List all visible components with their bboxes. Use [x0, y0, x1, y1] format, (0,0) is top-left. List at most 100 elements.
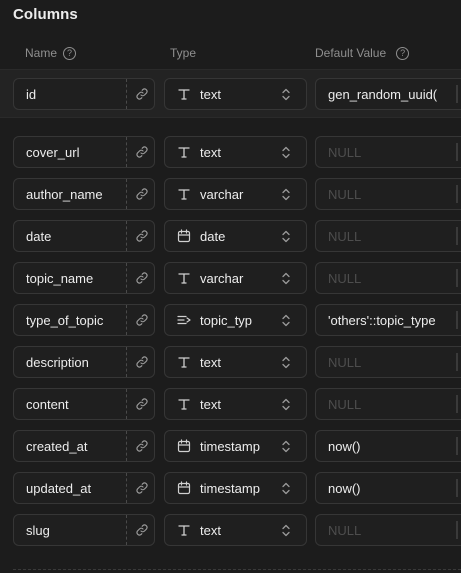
- column-name-value: type_of_topic: [26, 313, 104, 328]
- column-name-field[interactable]: content: [13, 388, 155, 420]
- enum-list-icon: [177, 313, 191, 327]
- column-name-field[interactable]: description: [13, 346, 155, 378]
- default-value-field[interactable]: NULL: [315, 346, 461, 378]
- default-value-field[interactable]: NULL: [315, 388, 461, 420]
- default-value-field[interactable]: NULL: [315, 514, 461, 546]
- text-type-icon: [177, 271, 191, 285]
- chevron-up-down-icon: [280, 87, 292, 102]
- column-name-value: created_at: [26, 439, 88, 454]
- default-value-text: NULL: [328, 271, 362, 286]
- default-value-field[interactable]: now(): [315, 430, 461, 462]
- link-icon[interactable]: [135, 145, 149, 159]
- column-type-select[interactable]: text: [164, 136, 307, 168]
- columns-title: Columns: [13, 6, 78, 23]
- link-icon[interactable]: [135, 313, 149, 327]
- column-name-value: author_name: [26, 187, 103, 202]
- default-value-text: NULL: [328, 187, 362, 202]
- column-row: content text NULL: [0, 388, 461, 420]
- column-type-value: varchar: [200, 187, 244, 202]
- column-row: created_at timestamp now(): [0, 430, 461, 462]
- chevron-up-down-icon: [280, 229, 292, 244]
- column-name-field[interactable]: date: [13, 220, 155, 252]
- default-value-text: NULL: [328, 229, 362, 244]
- chevron-up-down-icon: [280, 355, 292, 370]
- default-value-text: NULL: [328, 145, 362, 160]
- column-name-value: cover_url: [26, 145, 80, 160]
- default-value-field[interactable]: gen_random_uuid(: [315, 78, 461, 110]
- column-type-select[interactable]: date: [164, 220, 307, 252]
- column-type-select[interactable]: varchar: [164, 262, 307, 294]
- column-row: date date NULL: [0, 220, 461, 252]
- column-name-field[interactable]: updated_at: [13, 472, 155, 504]
- default-value-menu-edge: [456, 227, 458, 245]
- column-row: slug text NULL: [0, 514, 461, 546]
- default-value-text: NULL: [328, 355, 362, 370]
- column-name-value: id: [26, 87, 37, 102]
- calendar-icon: [177, 439, 191, 453]
- column-type-value: topic_typ: [200, 313, 253, 328]
- column-name-value: content: [26, 397, 69, 412]
- chevron-up-down-icon: [280, 145, 292, 160]
- column-name-value: date: [26, 229, 52, 244]
- column-row: author_name varchar NULL: [0, 178, 461, 210]
- default-help-icon[interactable]: ?: [396, 46, 410, 60]
- column-row: id text gen_random_uuid(: [0, 78, 461, 110]
- default-value-menu-edge: [456, 521, 458, 539]
- column-name-field[interactable]: topic_name: [13, 262, 155, 294]
- column-name-field[interactable]: cover_url: [13, 136, 155, 168]
- link-icon[interactable]: [135, 187, 149, 201]
- column-type-value: text: [200, 145, 221, 160]
- chevron-up-down-icon: [280, 397, 292, 412]
- default-value-field[interactable]: NULL: [315, 220, 461, 252]
- chevron-up-down-icon: [280, 523, 292, 538]
- default-value-field[interactable]: now(): [315, 472, 461, 504]
- column-name-value: description: [26, 355, 89, 370]
- link-icon[interactable]: [135, 439, 149, 453]
- column-type-select[interactable]: topic_typ: [164, 304, 307, 336]
- default-value-menu-edge: [456, 185, 458, 203]
- link-icon[interactable]: [135, 397, 149, 411]
- column-name-field[interactable]: created_at: [13, 430, 155, 462]
- default-value-menu-edge: [456, 143, 458, 161]
- text-type-icon: [177, 87, 191, 101]
- column-name-field[interactable]: slug: [13, 514, 155, 546]
- column-name-field[interactable]: id: [13, 78, 155, 110]
- column-row: description text NULL: [0, 346, 461, 378]
- column-type-select[interactable]: text: [164, 78, 307, 110]
- link-icon[interactable]: [135, 481, 149, 495]
- column-type-select[interactable]: text: [164, 346, 307, 378]
- default-value-field[interactable]: 'others'::topic_type: [315, 304, 461, 336]
- default-value-text: NULL: [328, 523, 362, 538]
- default-value-field[interactable]: NULL: [315, 136, 461, 168]
- column-type-select[interactable]: timestamp: [164, 472, 307, 504]
- default-value-text: gen_random_uuid(: [328, 87, 438, 102]
- chevron-up-down-icon: [280, 271, 292, 286]
- column-name-field[interactable]: type_of_topic: [13, 304, 155, 336]
- text-type-icon: [177, 523, 191, 537]
- link-icon[interactable]: [135, 229, 149, 243]
- column-name-value: updated_at: [26, 481, 92, 496]
- chevron-up-down-icon: [280, 439, 292, 454]
- default-value-menu-edge: [456, 269, 458, 287]
- default-value-field[interactable]: NULL: [315, 178, 461, 210]
- default-header-label: Default Value: [315, 46, 387, 60]
- column-type-value: timestamp: [200, 439, 260, 454]
- column-name-field[interactable]: author_name: [13, 178, 155, 210]
- default-value-text: 'others'::topic_type: [328, 313, 436, 328]
- column-type-select[interactable]: timestamp: [164, 430, 307, 462]
- column-type-select[interactable]: varchar: [164, 178, 307, 210]
- link-icon[interactable]: [135, 523, 149, 537]
- column-row: updated_at timestamp now(): [0, 472, 461, 504]
- default-value-text: NULL: [328, 397, 362, 412]
- default-value-menu-edge: [456, 85, 458, 103]
- text-type-icon: [177, 355, 191, 369]
- link-icon[interactable]: [135, 355, 149, 369]
- column-type-select[interactable]: text: [164, 388, 307, 420]
- column-row: topic_name varchar NULL: [0, 262, 461, 294]
- name-help-icon[interactable]: ?: [63, 46, 77, 60]
- default-value-field[interactable]: NULL: [315, 262, 461, 294]
- link-icon[interactable]: [135, 271, 149, 285]
- text-type-icon: [177, 145, 191, 159]
- column-type-select[interactable]: text: [164, 514, 307, 546]
- link-icon[interactable]: [135, 87, 149, 101]
